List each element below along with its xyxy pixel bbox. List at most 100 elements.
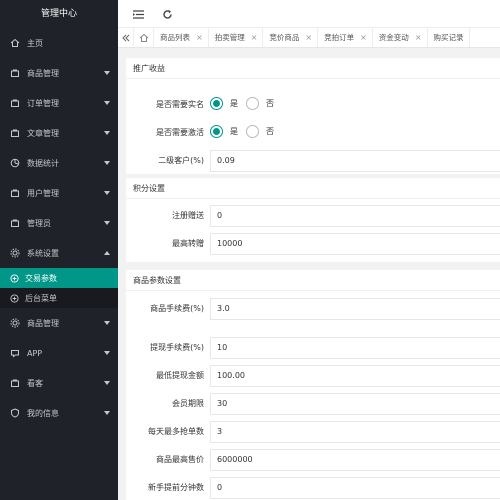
viewer-icon xyxy=(9,377,21,389)
max-price-input[interactable]: 6000000 xyxy=(210,449,500,471)
member-period-input[interactable]: 30 xyxy=(210,393,500,415)
tab-label: 拍卖管理 xyxy=(214,33,245,42)
sidebar-item-label: 订单管理 xyxy=(27,98,59,108)
chart-icon xyxy=(9,157,21,169)
withdraw-fee-row: 提现手续费(%) 10 xyxy=(126,337,500,359)
chevron-up-icon xyxy=(104,251,110,255)
shopping-icon xyxy=(9,67,21,79)
chevron-down-icon xyxy=(104,71,110,75)
chevron-down-icon xyxy=(104,191,110,195)
main-content: 推广收益 是否需要实名 是 否 是否需要激活 是 否 二级客户(%) 0.09 … xyxy=(118,48,500,500)
card-title: 商品参数设置 xyxy=(126,270,500,291)
top-header xyxy=(118,0,500,28)
tab-auction-orders[interactable]: 竞拍订单 × xyxy=(318,28,373,47)
sidebar-item-admins[interactable]: 管理员 xyxy=(0,208,118,238)
sidebar-subitem-label: 交易参数 xyxy=(25,273,57,283)
sidebar-item-goods-2[interactable]: 商品管理 xyxy=(0,308,118,338)
realname-yes-radio[interactable]: 是 xyxy=(210,97,238,110)
daily-grab-row: 每天最多抢单数 3 xyxy=(126,421,500,443)
goods-params-card: 商品参数设置 商品手续费(%) 3.0 提现手续费(%) 10 最低提现金额 1… xyxy=(126,270,500,500)
fee-row: 商品手续费(%) 3.0 xyxy=(126,298,500,320)
withdraw-fee-input[interactable]: 10 xyxy=(210,337,500,359)
sidebar-item-label: 管理员 xyxy=(27,218,51,228)
tab-fund-changes[interactable]: 资金变动 × xyxy=(373,28,428,47)
second-level-row: 二级客户(%) 0.09 xyxy=(126,150,500,172)
close-icon[interactable]: × xyxy=(251,33,258,42)
close-icon[interactable]: × xyxy=(360,33,367,42)
sidebar-item-label: 看客 xyxy=(27,378,43,388)
realname-no-radio[interactable]: 否 xyxy=(246,97,274,110)
fee-input[interactable]: 3.0 xyxy=(210,298,500,320)
register-gift-row: 注册赠送 0 xyxy=(126,205,500,227)
collapse-menu-icon[interactable] xyxy=(131,7,145,21)
close-icon[interactable]: × xyxy=(196,33,203,42)
second-level-input[interactable]: 0.09 xyxy=(210,150,500,172)
realname-label: 是否需要实名 xyxy=(156,100,204,109)
close-icon[interactable]: × xyxy=(415,33,422,42)
tab-goods-list[interactable]: 商品列表 × xyxy=(154,28,209,47)
member-period-row: 会员期限 30 xyxy=(126,393,500,415)
radio-label: 是 xyxy=(230,99,238,108)
tab-home[interactable] xyxy=(134,28,154,47)
chevron-down-icon xyxy=(104,381,110,385)
activate-yes-radio[interactable]: 是 xyxy=(210,125,238,138)
refresh-icon[interactable] xyxy=(160,7,174,21)
app-icon xyxy=(9,347,21,359)
menu-icon xyxy=(9,293,19,303)
chevron-down-icon xyxy=(104,411,110,415)
tab-purchase-records[interactable]: 购买记录 xyxy=(428,28,470,47)
register-gift-input[interactable]: 0 xyxy=(210,205,500,227)
tabs-scroll-left-button[interactable] xyxy=(118,28,134,47)
activate-row: 是否需要激活 是 否 xyxy=(126,122,500,144)
promo-settings-card: 推广收益 是否需要实名 是 否 是否需要激活 是 否 二级客户(%) 0.09 xyxy=(126,58,500,174)
min-withdraw-input[interactable]: 100.00 xyxy=(210,365,500,387)
withdraw-fee-label: 提现手续费(%) xyxy=(150,343,204,352)
sidebar-item-system-settings[interactable]: 系统设置 xyxy=(0,238,118,268)
chevron-down-icon xyxy=(104,101,110,105)
tab-auction-management[interactable]: 拍卖管理 × xyxy=(209,28,264,47)
register-gift-label: 注册赠送 xyxy=(172,211,204,220)
sidebar-item-users[interactable]: 用户管理 xyxy=(0,178,118,208)
chevron-down-icon xyxy=(104,161,110,165)
sidebar-item-stats[interactable]: 数据统计 xyxy=(0,148,118,178)
sidebar-subitem-label: 后台菜单 xyxy=(25,293,57,303)
min-withdraw-row: 最低提现金额 100.00 xyxy=(126,365,500,387)
max-price-row: 商品最高售价 6000000 xyxy=(126,449,500,471)
tab-label: 竞拍订单 xyxy=(324,33,355,42)
tab-bidding-goods[interactable]: 竞价商品 × xyxy=(263,28,319,47)
sidebar-item-my-info[interactable]: 我的信息 xyxy=(0,398,118,428)
min-withdraw-label: 最低提现金额 xyxy=(156,371,204,380)
sidebar-item-articles[interactable]: 文章管理 xyxy=(0,118,118,148)
brand-title: 管理中心 xyxy=(0,0,118,28)
max-transfer-input[interactable]: 10000 xyxy=(210,233,500,255)
close-icon[interactable]: × xyxy=(305,33,312,42)
realname-row: 是否需要实名 是 否 xyxy=(126,94,500,116)
chevron-down-icon xyxy=(104,321,110,325)
sidebar-item-goods[interactable]: 商品管理 xyxy=(0,58,118,88)
sidebar-item-label: 我的信息 xyxy=(27,408,59,418)
tab-label: 购买记录 xyxy=(433,33,464,42)
sidebar-subitem-backend-menu[interactable]: 后台菜单 xyxy=(0,288,118,308)
sidebar-item-home[interactable]: 主页 xyxy=(0,28,118,58)
newbie-minutes-label: 新手提前分钟数 xyxy=(148,483,204,492)
sidebar-item-app[interactable]: APP xyxy=(0,338,118,368)
tab-label: 商品列表 xyxy=(160,33,190,42)
card-title: 积分设置 xyxy=(126,178,500,199)
radio-label: 否 xyxy=(266,99,274,108)
sidebar-item-label: 商品管理 xyxy=(27,68,59,78)
chevron-down-icon xyxy=(104,351,110,355)
daily-grab-input[interactable]: 3 xyxy=(210,421,500,443)
tab-bar: 商品列表 × 拍卖管理 × 竞价商品 × 竞拍订单 × 资金变动 × 购买记录 xyxy=(118,28,500,48)
sidebar-item-label: APP xyxy=(27,348,43,358)
daily-grab-label: 每天最多抢单数 xyxy=(148,427,204,436)
sidebar-item-viewers[interactable]: 看客 xyxy=(0,368,118,398)
max-transfer-row: 最高转赠 10000 xyxy=(126,233,500,255)
newbie-minutes-input[interactable]: 0 xyxy=(210,477,500,499)
sidebar-item-orders[interactable]: 订单管理 xyxy=(0,88,118,118)
activate-no-radio[interactable]: 否 xyxy=(246,125,274,138)
radio-label: 是 xyxy=(230,127,238,136)
fee-label: 商品手续费(%) xyxy=(150,304,204,313)
order-icon xyxy=(9,97,21,109)
activate-label: 是否需要激活 xyxy=(156,128,204,137)
sidebar-subitem-transaction-params[interactable]: 交易参数 xyxy=(0,268,118,288)
